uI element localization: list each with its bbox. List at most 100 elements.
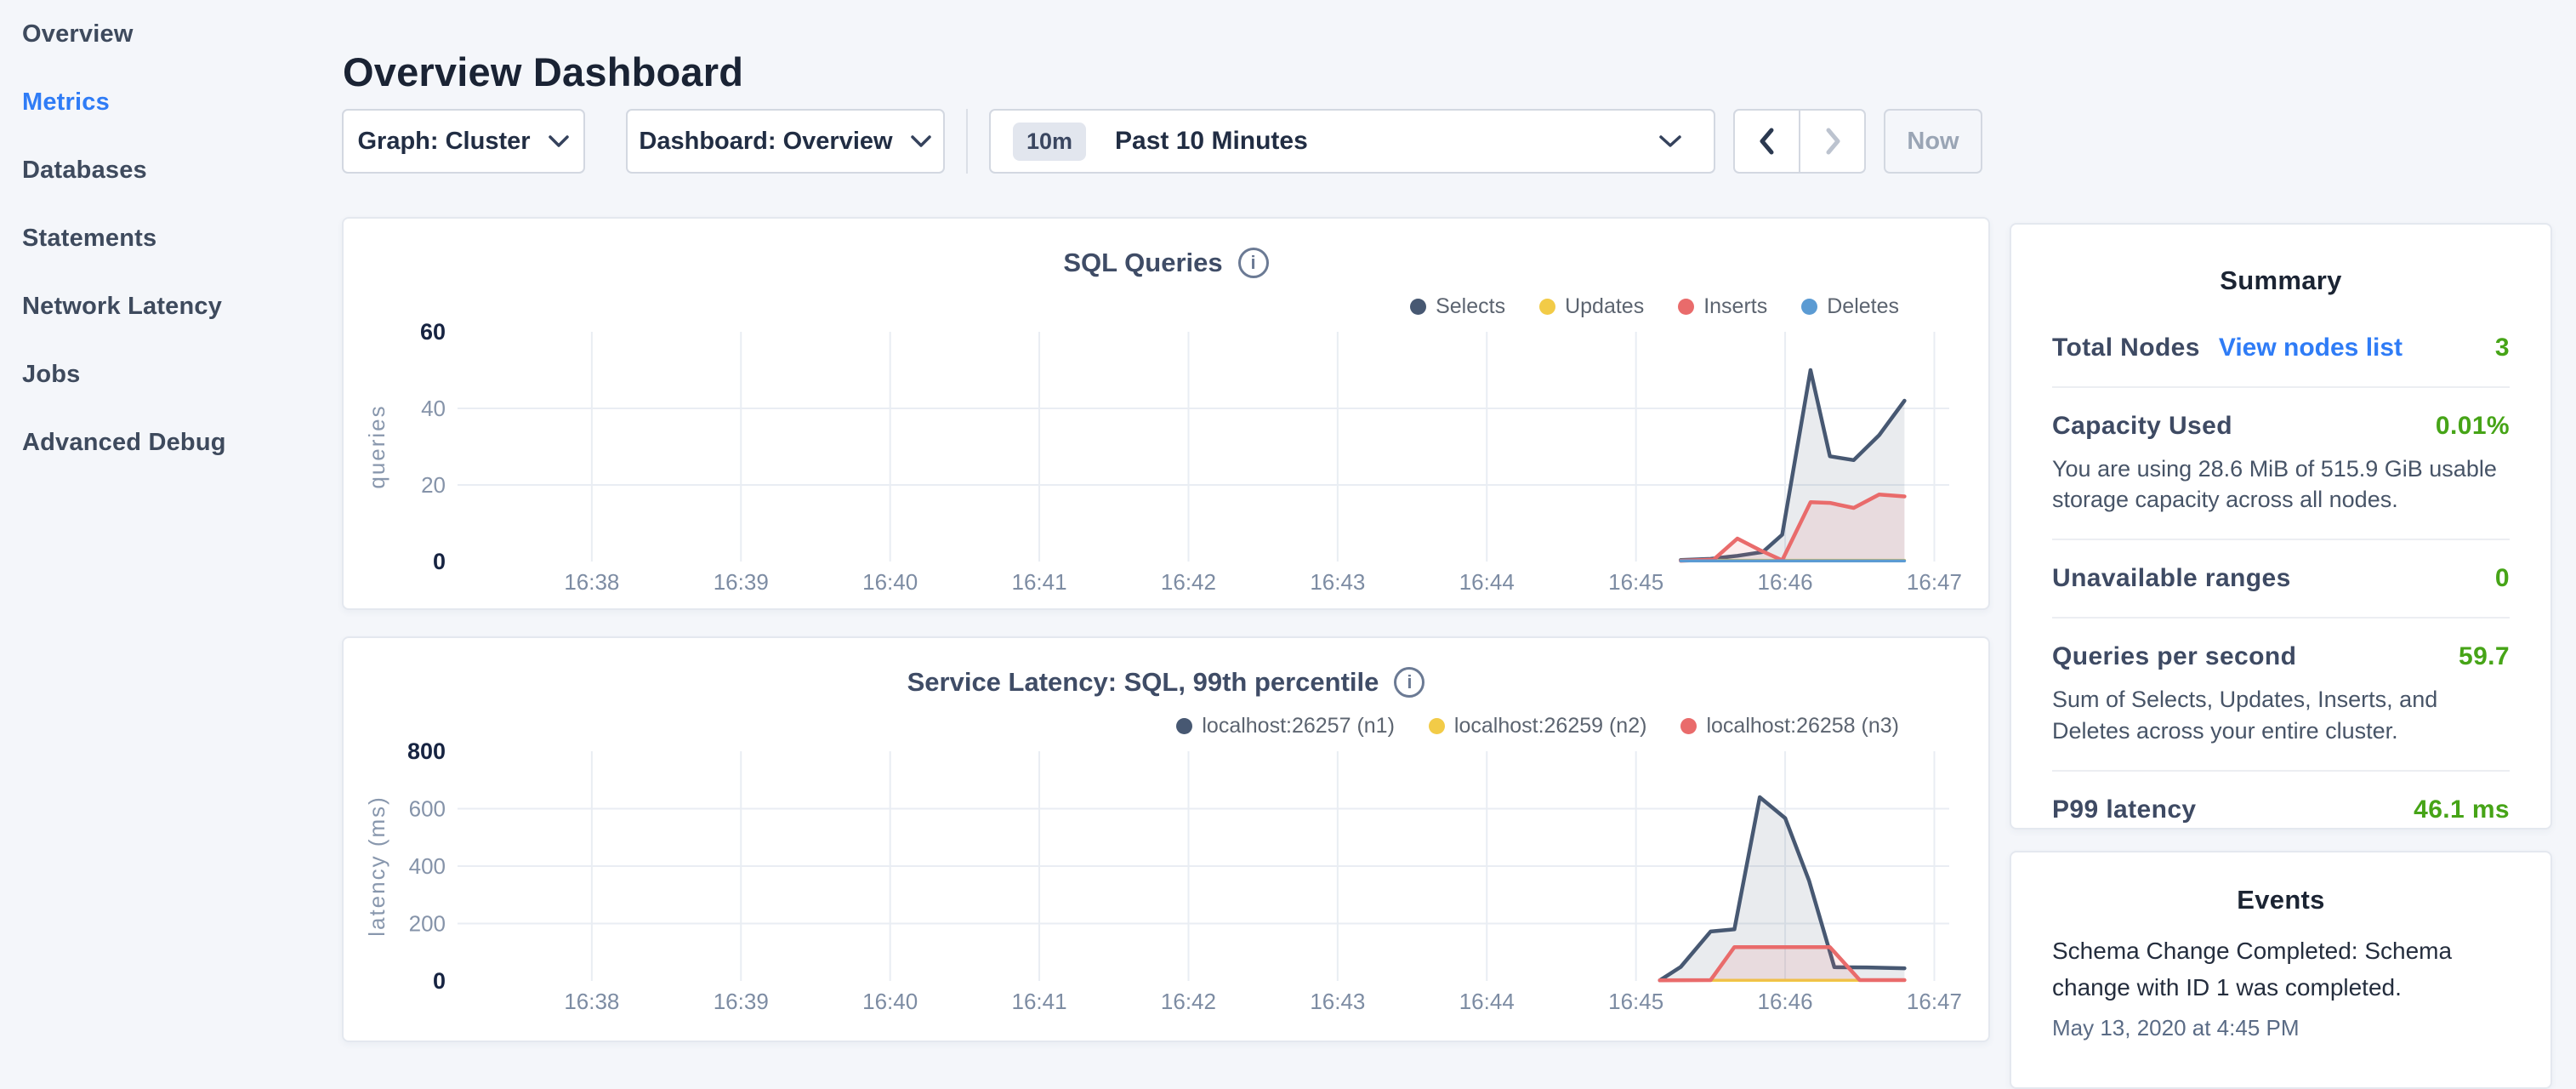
summary-row-total-nodes: Total Nodes View nodes list 3 — [2052, 310, 2510, 386]
sidebar-item-label: Databases — [22, 157, 147, 185]
sidebar-item-advanced-debug[interactable]: Advanced Debug — [0, 408, 340, 476]
sidebar-item-statements[interactable]: Statements — [0, 204, 340, 272]
summary-row-value: 59.7 — [2459, 642, 2510, 671]
x-tick-label: 16:42 — [1161, 569, 1216, 595]
dashboard-dropdown-label: Dashboard: Overview — [639, 128, 892, 156]
legend-dot-icon — [1801, 299, 1817, 315]
x-tick-label: 16:44 — [1459, 569, 1515, 595]
time-range-badge: 10m — [1013, 123, 1086, 161]
x-tick-label: 16:39 — [714, 989, 769, 1014]
time-next-button[interactable] — [1799, 111, 1864, 172]
summary-row-unavailable-ranges: Unavailable ranges 0 — [2052, 539, 2510, 617]
summary-row-value: 46.1 ms — [2414, 795, 2510, 824]
legend-dot-icon — [1678, 299, 1694, 315]
y-tick-label: 40 — [421, 396, 446, 421]
graph-scope-dropdown[interactable]: Graph: Cluster — [342, 109, 585, 174]
x-tick-label: 16:40 — [862, 989, 918, 1014]
time-range-label: Past 10 Minutes — [1115, 127, 1658, 156]
legend-label: localhost:26258 (n3) — [1706, 714, 1899, 738]
service-latency-chart[interactable]: 16:3816:3916:4016:4116:4216:4316:4416:45… — [344, 638, 1992, 1044]
service-latency-card: Service Latency: SQL, 99th percentile i … — [342, 636, 1990, 1042]
summary-row-value: 0.01% — [2436, 412, 2510, 441]
summary-body: Total Nodes View nodes list 3 Capacity U… — [2011, 296, 2550, 848]
sidebar-item-label: Metrics — [22, 88, 110, 117]
chevron-down-icon — [1658, 134, 1683, 149]
y-tick-label: 0 — [433, 549, 446, 574]
controls-divider — [966, 109, 968, 174]
x-tick-label: 16:44 — [1459, 989, 1515, 1014]
legend-item: Inserts — [1678, 294, 1767, 319]
sidebar-item-databases[interactable]: Databases — [0, 136, 340, 204]
summary-row-p99-latency: P99 latency 46.1 ms — [2052, 770, 2510, 848]
now-button[interactable]: Now — [1884, 109, 1982, 174]
x-tick-label: 16:41 — [1012, 569, 1067, 595]
sql-queries-chart[interactable]: 16:3816:3916:4016:4116:4216:4316:4416:45… — [344, 219, 1992, 612]
x-tick-label: 16:45 — [1608, 569, 1663, 595]
summary-panel: Summary Total Nodes View nodes list 3 Ca… — [2010, 223, 2552, 830]
chevron-down-icon — [548, 134, 570, 148]
sidebar-item-network-latency[interactable]: Network Latency — [0, 272, 340, 340]
summary-row-label: Total Nodes — [2052, 334, 2200, 362]
sidebar-item-jobs[interactable]: Jobs — [0, 340, 340, 408]
y-tick-label: 0 — [433, 968, 446, 994]
x-tick-label: 16:43 — [1310, 569, 1365, 595]
summary-row-value: 0 — [2495, 564, 2510, 593]
x-tick-label: 16:41 — [1012, 989, 1067, 1014]
time-prev-button[interactable] — [1735, 111, 1799, 172]
summary-row-value: 3 — [2495, 334, 2510, 362]
sql-queries-card: SQL Queries i SelectsUpdatesInsertsDelet… — [342, 217, 1990, 610]
dashboard-dropdown[interactable]: Dashboard: Overview — [626, 109, 945, 174]
legend-dot-icon — [1429, 718, 1445, 734]
legend-item: Deletes — [1801, 294, 1899, 319]
y-axis-label: queries — [364, 404, 390, 488]
legend-dot-icon — [1680, 718, 1697, 734]
legend-dot-icon — [1176, 718, 1192, 734]
x-tick-label: 16:38 — [564, 989, 619, 1014]
y-axis-label: latency (ms) — [364, 795, 390, 937]
chevron-down-icon — [910, 134, 932, 148]
summary-row-description: Sum of Selects, Updates, Inserts, and De… — [2052, 684, 2510, 745]
legend-dot-icon — [1410, 299, 1426, 315]
summary-row-description: You are using 28.6 MiB of 515.9 GiB usab… — [2052, 453, 2510, 515]
legend-item: Updates — [1539, 294, 1644, 319]
summary-row-capacity-used: Capacity Used 0.01% You are using 28.6 M… — [2052, 386, 2510, 539]
view-nodes-list-link[interactable]: View nodes list — [2219, 334, 2403, 362]
x-tick-label: 16:40 — [862, 569, 918, 595]
y-tick-label: 400 — [409, 853, 446, 879]
time-range-selector[interactable]: 10m Past 10 Minutes — [989, 109, 1715, 174]
sidebar-item-overview[interactable]: Overview — [0, 0, 340, 68]
sidebar-item-metrics[interactable]: Metrics — [0, 68, 340, 136]
y-tick-label: 200 — [409, 911, 446, 937]
series — [1660, 797, 1905, 981]
info-icon[interactable]: i — [1238, 248, 1269, 278]
summary-row-label: Queries per second — [2052, 642, 2296, 671]
sidebar-item-label: Overview — [22, 20, 134, 48]
legend-label: localhost:26259 (n2) — [1454, 714, 1647, 738]
x-tick-label: 16:47 — [1907, 569, 1962, 595]
page-title: Overview Dashboard — [343, 48, 743, 95]
event-text: Schema Change Completed: Schema change w… — [2052, 932, 2510, 1006]
legend-label: Updates — [1565, 294, 1644, 319]
legend-label: Deletes — [1827, 294, 1899, 319]
x-tick-label: 16:42 — [1161, 989, 1216, 1014]
x-tick-label: 16:39 — [714, 569, 769, 595]
legend-dot-icon — [1539, 299, 1555, 315]
sidebar-item-label: Advanced Debug — [22, 429, 226, 457]
graph-scope-label: Graph: Cluster — [357, 128, 530, 156]
legend-item: localhost:26257 (n1) — [1176, 714, 1395, 738]
chart-legend: localhost:26257 (n1) localhost:26259 (n2)… — [1176, 714, 1899, 738]
summary-row-label: Capacity Used — [2052, 412, 2232, 441]
y-tick-label: 20 — [421, 472, 446, 498]
event-item: Schema Change Completed: Schema change w… — [2011, 915, 2550, 1041]
sidebar-item-label: Jobs — [22, 361, 81, 389]
legend-label: Inserts — [1703, 294, 1767, 319]
chart-legend: Selects Updates Inserts Deletes — [1410, 294, 1899, 319]
x-tick-label: 16:46 — [1758, 989, 1813, 1014]
legend-item: localhost:26259 (n2) — [1429, 714, 1647, 738]
legend-item: Selects — [1410, 294, 1505, 319]
y-tick-label: 800 — [407, 738, 446, 764]
metrics-overview-page: { "header": { "title": "Overview Dashboa… — [0, 0, 2576, 1052]
dashboard-controls: Graph: Cluster Dashboard: Overview 10m P… — [342, 109, 1982, 174]
summary-row-label: Unavailable ranges — [2052, 564, 2291, 593]
x-tick-label: 16:46 — [1758, 569, 1813, 595]
